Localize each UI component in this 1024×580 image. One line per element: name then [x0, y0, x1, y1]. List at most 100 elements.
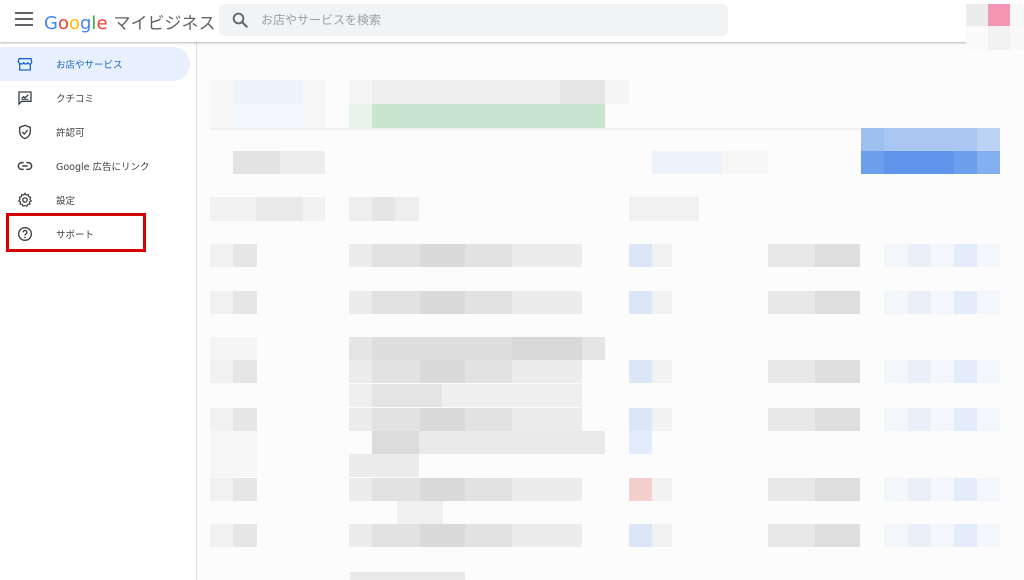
obscured-pixel-block: [884, 151, 954, 174]
link-icon: [17, 158, 33, 174]
obscured-pixel-block: [954, 360, 977, 383]
google-wordmark: Google: [44, 13, 108, 34]
obscured-pixel-block: [420, 478, 465, 501]
obscured-pixel-block: [372, 337, 512, 360]
search-input[interactable]: [259, 12, 703, 28]
product-name: マイビジネス: [113, 14, 216, 34]
obscured-pixel-block: [420, 244, 465, 267]
obscured-pixel-block: [954, 408, 977, 431]
obscured-pixel-block: [420, 360, 465, 383]
obscured-pixel-block: [372, 197, 395, 221]
obscured-pixel-block: [233, 478, 257, 501]
obscured-pixel-block: [372, 104, 605, 128]
obscured-pixel-block: [815, 478, 860, 501]
obscured-pixel-block: [908, 408, 931, 431]
obscured-pixel-block: [233, 291, 257, 314]
obscured-pixel-block: [349, 454, 419, 477]
gear-icon: [17, 192, 33, 208]
obscured-pixel-block: [350, 572, 465, 580]
obscured-pixel-block: [652, 478, 672, 501]
sidebar: お店やサービス クチコミ 許認可 Google 広告にリンク 設定 サポート: [0, 42, 197, 580]
sidebar-item-label: Google 広告にリンク: [56, 162, 150, 173]
obscured-pixel-block: [977, 151, 1000, 174]
sidebar-item-support[interactable]: サポート: [0, 217, 196, 251]
obscured-pixel-block: [233, 80, 303, 104]
obscured-pixel-block: [420, 291, 465, 314]
sidebar-item-google-ads[interactable]: Google 広告にリンク: [0, 149, 196, 183]
sidebar-item-licenses[interactable]: 許認可: [0, 115, 196, 149]
obscured-pixel-block: [233, 244, 257, 267]
app-logo[interactable]: Google マイビジネス: [44, 9, 216, 34]
obscured-pixel-block: [652, 291, 672, 314]
obscured-pixel-block: [233, 408, 257, 431]
obscured-pixel-block: [652, 408, 672, 431]
obscured-pixel-block: [722, 151, 768, 174]
obscured-pixel-block: [629, 291, 652, 314]
obscured-pixel-block: [954, 524, 977, 547]
obscured-pixel-block: [233, 151, 280, 174]
verified-shield-icon: [17, 124, 33, 140]
obscured-pixel-block: [512, 337, 582, 360]
obscured-pixel-block: [652, 360, 672, 383]
sidebar-item-label: 設定: [56, 196, 76, 207]
obscured-pixel-block: [815, 291, 860, 314]
obscured-pixel-block: [884, 244, 1000, 267]
obscured-pixel-block: [629, 524, 652, 547]
top-app-bar: Google マイビジネス: [0, 0, 1024, 50]
help-circle-icon: [17, 226, 33, 242]
obscured-pixel-block: [815, 360, 860, 383]
search-box[interactable]: [219, 4, 728, 36]
obscured-pixel-block: [908, 244, 931, 267]
obscured-pixel-block: [652, 524, 672, 547]
obscured-pixel-block: [884, 360, 1000, 383]
obscured-pixel-block: [815, 244, 860, 267]
obscured-pixel-block: [629, 478, 652, 501]
sidebar-item-label: お店やサービス: [56, 60, 123, 71]
obscured-pixel-block: [954, 244, 977, 267]
obscured-pixel-block: [954, 291, 977, 314]
obscured-pixel-block: [908, 524, 931, 547]
sidebar-item-settings[interactable]: 設定: [0, 183, 196, 217]
obscured-pixel-block: [815, 408, 860, 431]
sidebar-item-label: 許認可: [56, 128, 85, 139]
review-icon: [17, 90, 33, 106]
obscured-pixel-block: [420, 524, 465, 547]
storefront-icon: [17, 56, 33, 72]
obscured-pixel-block: [954, 478, 977, 501]
obscured-pixel-block: [908, 291, 931, 314]
obscured-pixel-block: [210, 337, 257, 360]
obscured-pixel-block: [884, 524, 1000, 547]
obscured-pixel-block: [884, 291, 1000, 314]
obscured-pixel-block: [629, 197, 699, 221]
obscured-pixel-block: [349, 104, 372, 128]
obscured-pixel-block: [652, 244, 672, 267]
obscured-pixel-block: [908, 478, 931, 501]
obscured-pixel-block: [233, 524, 257, 547]
obscured-pixel-block: [233, 360, 257, 383]
obscured-pixel-block: [629, 431, 652, 454]
obscured-pixel-block: [652, 151, 722, 174]
obscured-pixel-block: [884, 478, 1000, 501]
main-content-obscured: [197, 42, 1024, 580]
sidebar-item-locations[interactable]: お店やサービス: [0, 47, 190, 81]
obscured-pixel-block: [884, 408, 1000, 431]
main-menu-button[interactable]: [12, 9, 36, 33]
obscured-pixel-block: [233, 104, 303, 128]
sidebar-item-reviews[interactable]: クチコミ: [0, 81, 196, 115]
obscured-pixel-block: [397, 501, 443, 524]
avatar[interactable]: [966, 4, 1024, 50]
obscured-pixel-block: [977, 128, 1000, 151]
obscured-pixel-block: [210, 431, 257, 477]
obscured-pixel-block: [629, 244, 652, 267]
obscured-pixel-block: [372, 431, 419, 454]
search-icon: [231, 11, 249, 29]
obscured-pixel-block: [560, 80, 605, 104]
obscured-pixel-block: [629, 360, 652, 383]
obscured-pixel-block: [372, 384, 442, 407]
obscured-pixel-block: [420, 408, 465, 431]
sidebar-item-label: サポート: [56, 230, 95, 241]
obscured-pixel-block: [908, 360, 931, 383]
obscured-pixel-block: [629, 408, 652, 431]
obscured-pixel-block: [815, 524, 860, 547]
sidebar-item-label: クチコミ: [56, 94, 95, 105]
